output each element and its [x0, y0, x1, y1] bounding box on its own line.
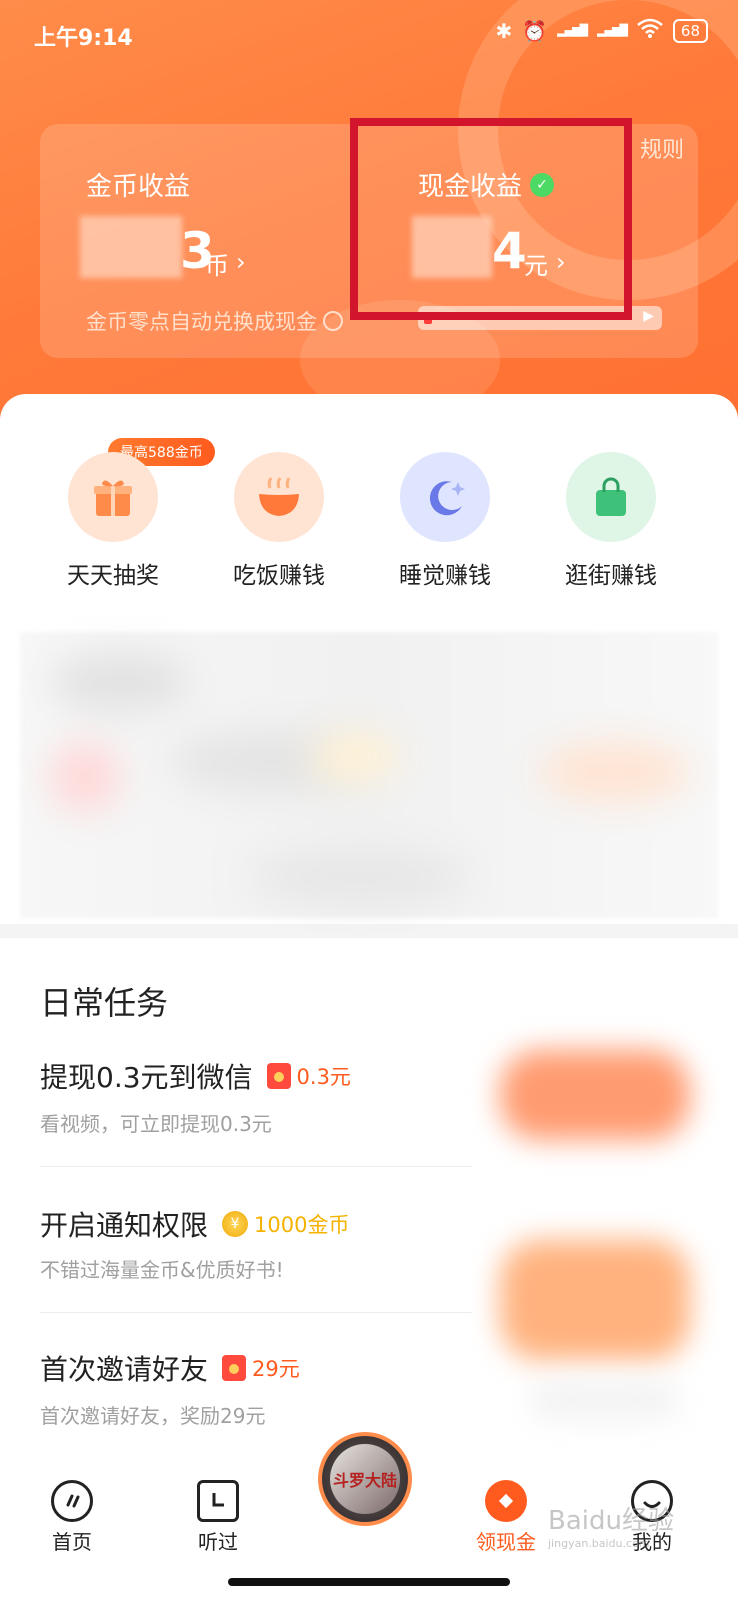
- coin-earnings-title: 金币收益: [86, 172, 191, 202]
- task-withdraw: 提现0.3元到微信 0.3元: [40, 1056, 351, 1096]
- signal-icon: ▂▄▆█: [557, 24, 588, 37]
- moon-icon: [400, 452, 490, 542]
- home-indicator: [228, 1578, 510, 1586]
- task-reward-text: 29元: [252, 1357, 300, 1381]
- coin-hint: 金币零点自动兑换成现金: [86, 306, 343, 336]
- task-name-text: 首次邀请好友: [40, 1353, 209, 1386]
- red-packet-icon: [266, 1063, 291, 1089]
- quick-action-sleep[interactable]: 睡觉赚钱: [370, 452, 520, 590]
- blur-spot: [250, 852, 470, 902]
- task-desc: 首次邀请好友，奖励29元: [40, 1404, 266, 1428]
- task-reward-text: 0.3元: [296, 1065, 351, 1089]
- now-playing-cover[interactable]: 斗罗大陆: [318, 1432, 412, 1526]
- play-arrow-icon: ▶: [643, 308, 654, 324]
- task-reward: 0.3元: [266, 1061, 351, 1091]
- daily-tasks-title: 日常任务: [40, 984, 169, 1022]
- alarm-icon: ⏰: [522, 18, 548, 43]
- quick-action-label: 逛街赚钱: [565, 563, 657, 589]
- task-name-text: 开启通知权限: [40, 1209, 209, 1242]
- task-action-button-blurred[interactable]: [500, 1050, 690, 1140]
- quick-action-label: 天天抽奖: [67, 563, 159, 589]
- tab-history[interactable]: 听过: [158, 1480, 278, 1555]
- bag-icon: [566, 452, 656, 542]
- home-icon: [51, 1480, 93, 1522]
- baidu-watermark: Baidu经验 jingyan.baidu.com: [548, 1500, 674, 1550]
- gift-icon: [68, 452, 158, 542]
- task-action-button-blurred[interactable]: [500, 1240, 690, 1360]
- quick-action-meal[interactable]: 吃饭赚钱: [204, 452, 354, 590]
- redacted-coin-value: [80, 216, 182, 278]
- bowl-icon: [234, 452, 324, 542]
- blur-spot: [310, 732, 400, 782]
- cover-art: 斗罗大陆: [330, 1444, 400, 1514]
- signal-icon-2: ▂▄▆█: [597, 24, 628, 37]
- task-desc: 看视频，可立即提现0.3元: [40, 1112, 272, 1136]
- cash-coin-icon: [485, 1480, 527, 1522]
- task-invite: 首次邀请好友 29元: [40, 1348, 300, 1388]
- quick-action-shopping[interactable]: 逛街赚钱: [536, 452, 686, 590]
- tab-label: 听过: [198, 1530, 238, 1554]
- battery-icon: 68: [672, 18, 708, 43]
- divider: [40, 1312, 472, 1313]
- wifi-icon: [637, 18, 663, 43]
- task-name-text: 提现0.3元到微信: [40, 1061, 253, 1094]
- watermark-url: jingyan.baidu.com: [548, 1537, 650, 1550]
- rules-link[interactable]: 规则: [640, 132, 684, 164]
- coin-unit: 币: [205, 252, 229, 280]
- status-icons: ✱ ⏰ ▂▄▆█ ▂▄▆█ 68: [496, 18, 708, 43]
- status-time: 上午9:14: [34, 26, 133, 51]
- tab-label: 首页: [52, 1530, 92, 1554]
- blur-spot: [50, 742, 120, 812]
- status-bar: 上午9:14 ✱ ⏰ ▂▄▆█ ▂▄▆█ 68: [0, 0, 738, 64]
- task-reward: ¥ 1000金币: [222, 1209, 349, 1239]
- divider: [40, 1166, 472, 1167]
- watermark-brand: Baidu经验: [548, 1506, 674, 1536]
- task-action-button-blurred[interactable]: [530, 1380, 680, 1420]
- quick-action-lottery[interactable]: 天天抽奖: [38, 452, 188, 590]
- quick-action-label: 吃饭赚钱: [233, 563, 325, 589]
- tab-home[interactable]: 首页: [12, 1480, 132, 1555]
- gold-coin-icon: ¥: [222, 1211, 249, 1237]
- task-reward-text: 1000金币: [254, 1213, 350, 1237]
- highlight-annotation-box: [350, 118, 632, 320]
- red-packet-icon: [222, 1355, 247, 1381]
- blurred-banner: [20, 632, 718, 918]
- blur-spot: [50, 652, 190, 712]
- task-notifications: 开启通知权限 ¥ 1000金币: [40, 1204, 349, 1244]
- task-reward: 29元: [222, 1353, 300, 1383]
- bluetooth-icon: ✱: [495, 18, 513, 43]
- coin-hint-text: 金币零点自动兑换成现金: [86, 310, 317, 334]
- help-icon[interactable]: [323, 311, 343, 331]
- coin-chevron-right-icon[interactable]: ›: [236, 248, 246, 276]
- task-desc: 不错过海量金币&优质好书!: [40, 1258, 284, 1282]
- quick-action-label: 睡觉赚钱: [399, 563, 491, 589]
- blur-spot: [540, 742, 690, 802]
- history-icon: [197, 1480, 239, 1522]
